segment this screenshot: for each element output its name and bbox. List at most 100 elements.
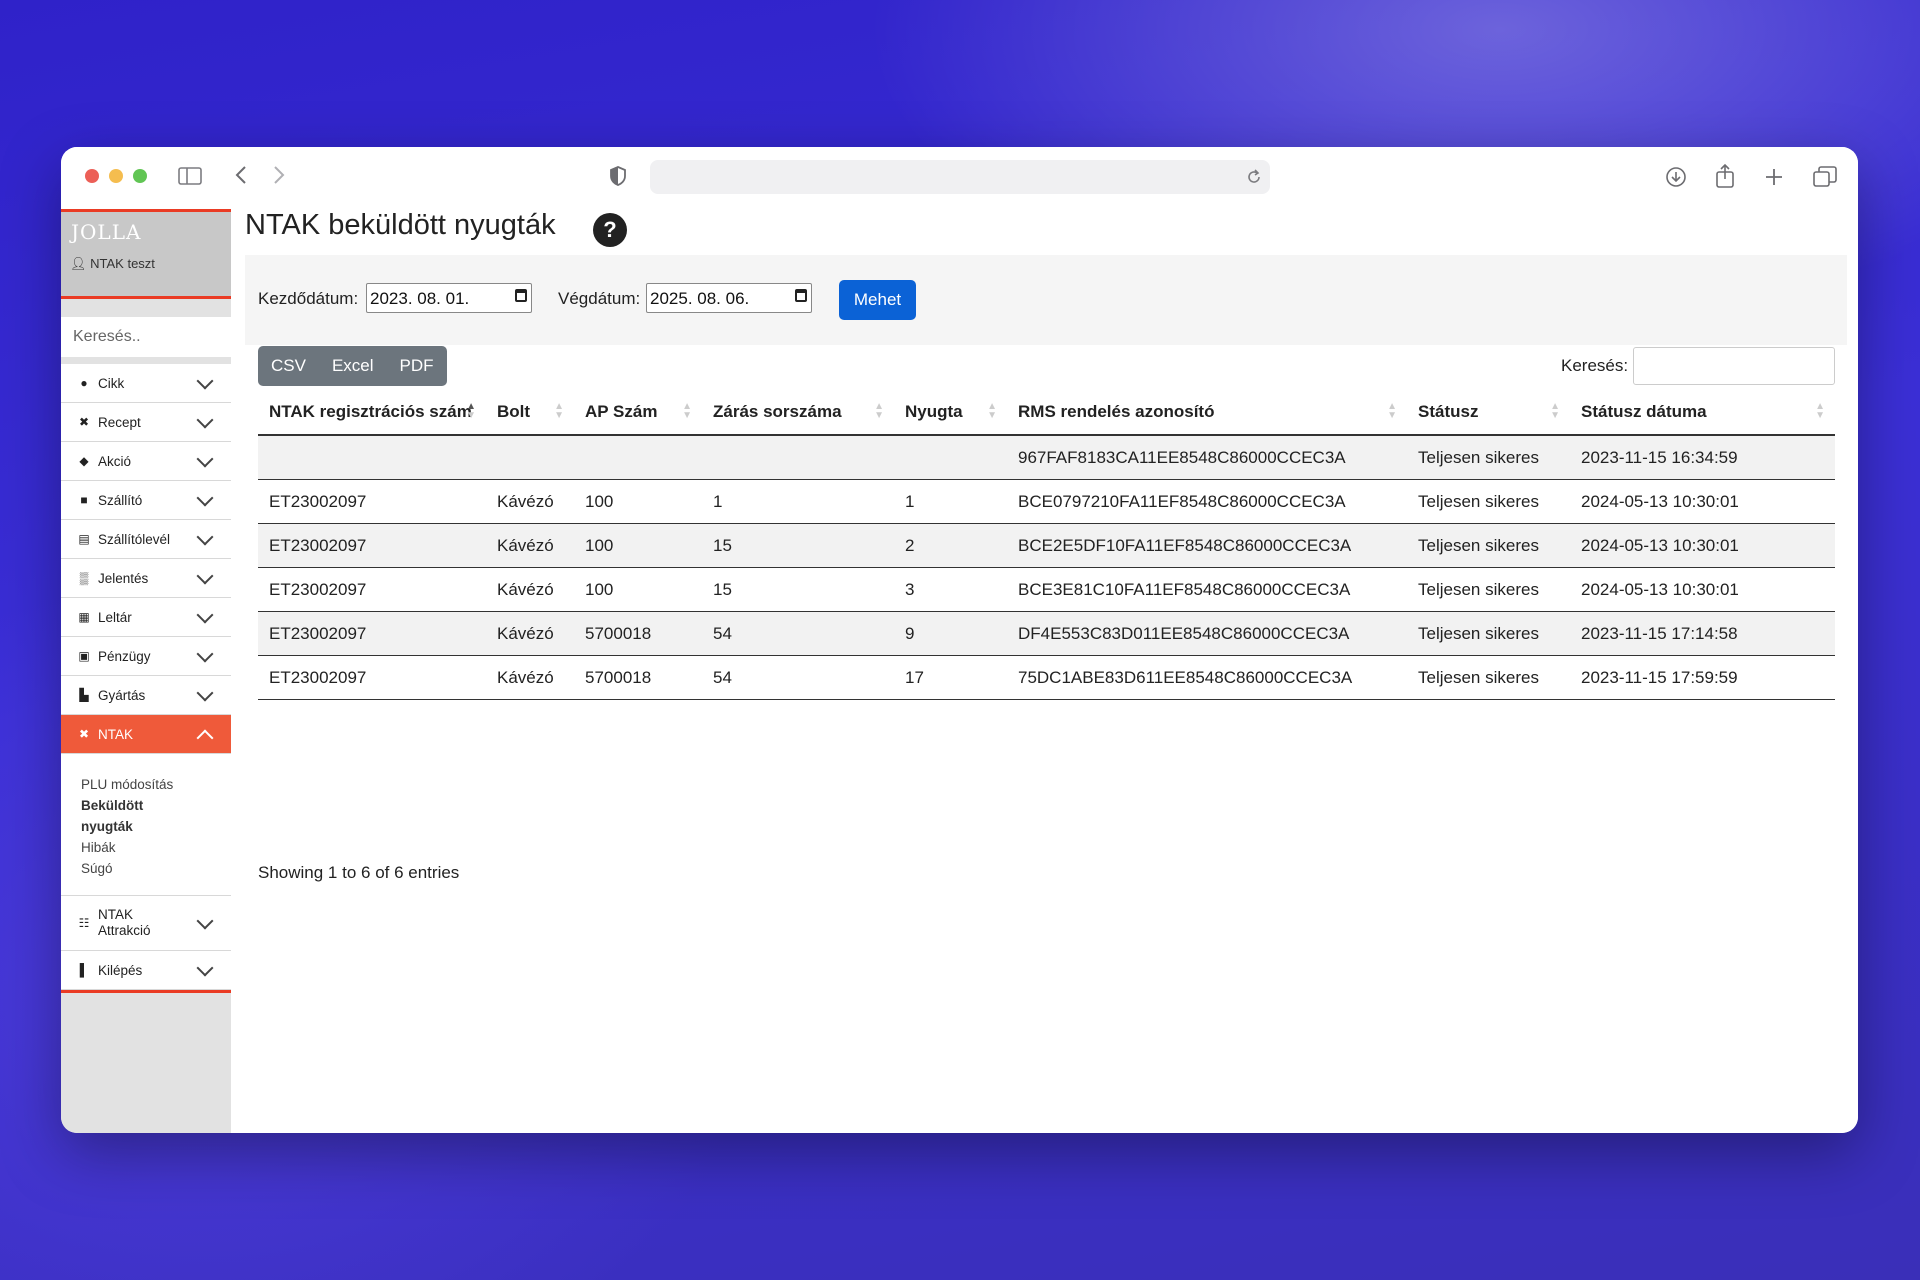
- submenu-item-hibak[interactable]: Hibák: [81, 837, 231, 858]
- sidebar-item-cikk[interactable]: ● Cikk: [61, 364, 231, 403]
- money-icon: ▣: [78, 649, 90, 663]
- end-date-input[interactable]: 2025. 08. 06.: [646, 283, 812, 313]
- new-tab-icon[interactable]: [1764, 167, 1784, 191]
- sidebar-header: JOLLA 👤︎ NTAK teszt: [61, 209, 231, 299]
- table-row[interactable]: ET23002097 Kávézó 5700018 54 9 DF4E553C83D011…: [258, 611, 1835, 656]
- column-label: Státusz: [1418, 401, 1479, 421]
- calendar-icon[interactable]: [795, 289, 807, 302]
- sidebar-item-ntak-attrakcio[interactable]: ☷ NTAK Attrakció: [61, 896, 231, 951]
- csv-button[interactable]: CSV: [258, 346, 319, 386]
- cell-status-date: 2023-11-15 17:59:59: [1570, 655, 1835, 700]
- excel-button[interactable]: Excel: [319, 346, 387, 386]
- sidebar-item-jelentes[interactable]: ▒ Jelentés: [61, 559, 231, 598]
- cell-ap: 5700018: [574, 611, 702, 656]
- download-icon[interactable]: [1665, 166, 1687, 192]
- help-icon[interactable]: ?: [593, 213, 627, 247]
- sidebar-item-recept[interactable]: ✖ Recept: [61, 403, 231, 442]
- zoom-window-button[interactable]: [133, 169, 147, 183]
- cell-ap: 5700018: [574, 655, 702, 700]
- table-row[interactable]: ET23002097 Kávézó 100 15 3 BCE3E81C10FA11EF85…: [258, 567, 1835, 612]
- forward-icon[interactable]: [272, 165, 286, 189]
- column-label: Zárás sorszáma: [713, 401, 842, 421]
- cell-ap: 100: [574, 523, 702, 568]
- sidebar-item-kilepes[interactable]: ▌ Kilépés: [61, 951, 231, 990]
- submenu-item-sugo[interactable]: Súgó: [81, 858, 231, 879]
- close-window-button[interactable]: [85, 169, 99, 183]
- table-row[interactable]: 967FAF8183CA11EE8548C86000CCEC3A Teljesen…: [258, 435, 1835, 480]
- column-header-ap[interactable]: AP Szám ▲ ▼: [574, 389, 702, 436]
- sidebar-item-penzugy[interactable]: ▣ Pénzügy: [61, 637, 231, 676]
- cell-ntak: ET23002097: [258, 655, 486, 700]
- cell-status-date: 2023-11-15 16:34:59: [1570, 435, 1835, 480]
- table-row[interactable]: ET23002097 Kávézó 5700018 54 17 75DC1ABE83D61…: [258, 655, 1835, 700]
- label-line-1: NTAK: [98, 907, 134, 922]
- sort-icon: ▲ ▼: [1815, 401, 1825, 421]
- cell-nyugta: 17: [894, 655, 1007, 700]
- sidebar-toggle-icon[interactable]: [178, 167, 202, 189]
- chevron-down-icon: [196, 372, 214, 390]
- share-icon[interactable]: [1715, 163, 1735, 193]
- tab-overview-icon[interactable]: [1813, 166, 1837, 192]
- privacy-shield-icon[interactable]: [609, 165, 627, 191]
- sidebar-item-gyartas[interactable]: ▙ Gyártás: [61, 676, 231, 715]
- submenu-item-nyugtak[interactable]: nyugták: [81, 816, 231, 837]
- tags-icon: ◆: [79, 454, 89, 468]
- cell-bolt: Kávézó: [486, 479, 574, 524]
- column-header-nyugta[interactable]: Nyugta ▲ ▼: [894, 389, 1007, 436]
- museum-icon: ☷: [78, 916, 90, 930]
- start-date-input[interactable]: 2023. 08. 01.: [366, 283, 532, 313]
- cell-rms: BCE3E81C10FA11EF8548C86000CCEC3A: [1007, 567, 1407, 612]
- user-icon: 👤︎: [70, 256, 87, 271]
- chevron-down-icon: [196, 645, 214, 663]
- column-header-status-date[interactable]: Státusz dátuma ▲ ▼: [1570, 389, 1835, 436]
- browser-toolbar: [61, 147, 1858, 209]
- column-header-rms[interactable]: RMS rendelés azonosító ▲ ▼: [1007, 389, 1407, 436]
- minimize-window-button[interactable]: [109, 169, 123, 183]
- sidebar-item-leltar[interactable]: ▦ Leltár: [61, 598, 231, 637]
- cell-ap: 100: [574, 479, 702, 524]
- reload-icon[interactable]: [1246, 168, 1262, 191]
- user-name: NTAK teszt: [90, 256, 155, 271]
- menu-divider: [61, 990, 231, 993]
- submenu-item-plu[interactable]: PLU módosítás: [81, 774, 231, 795]
- table-search-input[interactable]: [1633, 347, 1835, 385]
- back-icon[interactable]: [234, 165, 248, 189]
- pdf-button[interactable]: PDF: [387, 346, 447, 386]
- column-header-status[interactable]: Státusz ▲ ▼: [1407, 389, 1570, 436]
- address-bar[interactable]: [650, 160, 1270, 194]
- cell-status: Teljesen sikeres: [1407, 479, 1570, 524]
- sort-icon: ▲ ▼: [682, 401, 692, 421]
- column-header-zaras[interactable]: Zárás sorszáma ▲ ▼: [702, 389, 894, 436]
- export-buttons: CSV Excel PDF: [258, 346, 447, 386]
- submenu-item-bekuldott[interactable]: Beküldött: [81, 795, 231, 816]
- sort-icon: ▲ ▼: [987, 401, 997, 421]
- go-button[interactable]: Mehet: [839, 280, 916, 320]
- column-header-ntak[interactable]: NTAK regisztrációs szám ▲ ▼: [258, 389, 486, 436]
- calendar-icon[interactable]: [515, 289, 527, 302]
- cell-status-date: 2024-05-13 10:30:01: [1570, 523, 1835, 568]
- column-header-bolt[interactable]: Bolt ▲ ▼: [486, 389, 574, 436]
- cell-ntak: ET23002097: [258, 567, 486, 612]
- current-user: 👤︎ NTAK teszt: [70, 256, 155, 272]
- sidebar-item-ntak[interactable]: ✖ NTAK: [61, 715, 231, 754]
- cell-rms: 75DC1ABE83D611EE8548C86000CCEC3A: [1007, 655, 1407, 700]
- sidebar-search-input[interactable]: [61, 317, 231, 357]
- chevron-down-icon: [196, 912, 214, 930]
- cell-status-date: 2024-05-13 10:30:01: [1570, 479, 1835, 524]
- truck-icon: ■: [80, 493, 88, 507]
- start-date-value: 2023. 08. 01.: [370, 289, 470, 308]
- table-row[interactable]: ET23002097 Kávézó 100 1 1 BCE0797210FA11EF854…: [258, 479, 1835, 524]
- chevron-up-icon: [196, 729, 214, 747]
- cell-zaras: 15: [702, 523, 894, 568]
- apple-icon: ●: [80, 376, 88, 390]
- cell-status: Teljesen sikeres: [1407, 567, 1570, 612]
- sidebar-item-szallitolevel[interactable]: ▤ Szállítólevél: [61, 520, 231, 559]
- cell-bolt: Kávézó: [486, 611, 574, 656]
- sidebar-item-akcio[interactable]: ◆ Akció: [61, 442, 231, 481]
- cell-nyugta: 3: [894, 567, 1007, 612]
- sidebar-item-szallito[interactable]: ■ Szállító: [61, 481, 231, 520]
- cell-zaras: [702, 435, 894, 480]
- cell-rms: BCE0797210FA11EF8548C86000CCEC3A: [1007, 479, 1407, 524]
- cell-zaras: 54: [702, 655, 894, 700]
- table-row[interactable]: ET23002097 Kávézó 100 15 2 BCE2E5DF10FA11EF85…: [258, 523, 1835, 568]
